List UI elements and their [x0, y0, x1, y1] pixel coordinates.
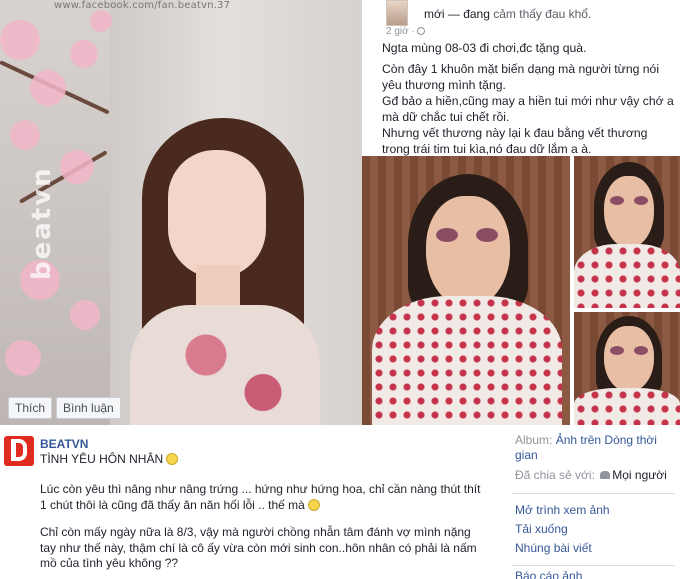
paragraph: Gđ bảo a hiền,cũng may a hiền tui mới nh…: [382, 94, 674, 124]
open-photo-viewer-link[interactable]: Mở trình xem ảnh: [515, 503, 610, 517]
people-icon: [600, 471, 611, 479]
report-photo-link[interactable]: Báo cáo ảnh: [515, 569, 582, 579]
paragraph-text: Lúc còn yêu thì nâng như nâng trứng ... …: [40, 482, 481, 512]
paragraph: Nhưng vết thương này lại k đau bằng vết …: [382, 126, 648, 156]
beatvn-logo-icon[interactable]: [4, 436, 34, 466]
post-time: 2 giờ ·: [386, 26, 425, 37]
post-title: TÌNH YÊU HÔN NHÂN: [40, 452, 179, 466]
album-label: Album:: [515, 433, 553, 447]
post-body: Lúc còn yêu thì nâng như nâng trứng ... …: [40, 482, 490, 579]
embedded-post: mới — đang cảm thấy đau khổ. 2 giờ · Ngt…: [362, 0, 680, 425]
victim-photo-small-2: [574, 312, 680, 425]
victim-photo-large: [362, 156, 570, 425]
paragraph: Lúc còn yêu thì nâng như nâng trứng ... …: [40, 482, 490, 513]
like-button[interactable]: Thích: [8, 397, 53, 419]
embedded-post-text: Ngta mùng 08-03 đi chơi,đc tặng quà. Còn…: [382, 40, 674, 162]
shared-with: Đã chia sẻ với: Mọi người: [515, 468, 667, 482]
avatar: [386, 0, 408, 26]
download-link[interactable]: Tải xuống: [515, 522, 568, 536]
comment-button[interactable]: Bình luận: [56, 397, 121, 419]
girl-face: [168, 150, 266, 278]
shared-label: Đã chia sẻ với:: [515, 468, 595, 482]
embed-post-link[interactable]: Nhúng bài viết: [515, 541, 592, 555]
smile-emoji-icon: [166, 453, 179, 465]
album-info: Album: Ảnh trên Dòng thời gian: [515, 433, 675, 463]
divider: [512, 565, 675, 566]
post-time-text: 2 giờ ·: [386, 26, 415, 37]
globe-icon: [416, 27, 425, 35]
photo-actions: Thích Bình luận: [8, 397, 121, 419]
post-title-text: TÌNH YÊU HÔN NHÂN: [40, 452, 164, 466]
victim-photo-small-1: [574, 156, 680, 308]
watermark-brand: beatvn: [27, 166, 57, 280]
shared-value[interactable]: Mọi người: [612, 468, 667, 482]
photo-viewer[interactable]: www.facebook.com/fan.beatvn.37 beatvn Th…: [0, 0, 680, 425]
paragraph: Chỉ còn mấy ngày nữa là 8/3, vậy mà ngườ…: [40, 525, 477, 570]
status-line: mới — đang cảm thấy đau khổ.: [424, 7, 591, 21]
status-prefix: mới — đang: [424, 7, 490, 21]
paragraph: Ngta mùng 08-03 đi chơi,đc tặng quà.: [382, 41, 587, 55]
victim-photos: [362, 156, 680, 425]
status-feeling: cảm thấy đau khổ.: [493, 7, 592, 21]
watermark-url: www.facebook.com/fan.beatvn.37: [54, 0, 231, 11]
girl-dress: [130, 305, 320, 425]
paragraph: Còn đây 1 khuôn mặt biến dạng mà người t…: [382, 62, 660, 92]
smile-emoji-icon: [308, 498, 321, 511]
page-name-link[interactable]: BEATVN: [40, 437, 88, 451]
left-photo: www.facebook.com/fan.beatvn.37 beatvn Th…: [0, 0, 362, 425]
divider: [512, 493, 675, 494]
